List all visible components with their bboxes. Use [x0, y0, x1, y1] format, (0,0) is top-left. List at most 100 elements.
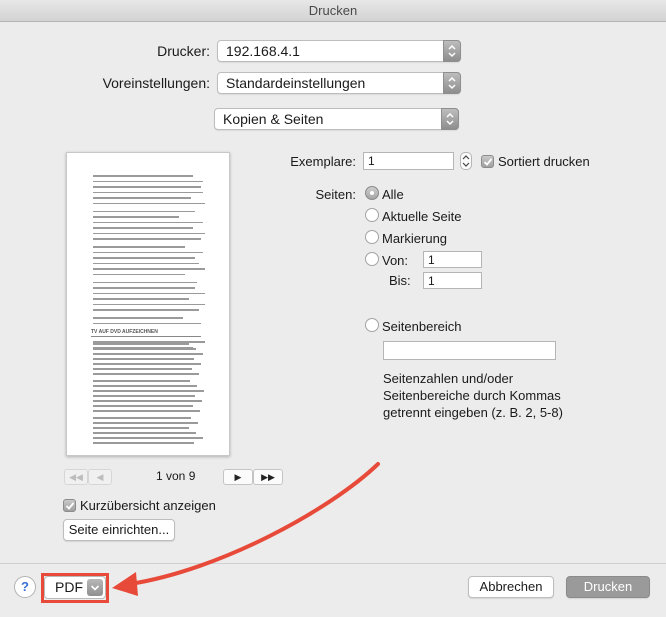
preview-text-line — [93, 390, 204, 392]
preview-text-line — [93, 210, 195, 212]
preview-text-line — [93, 363, 201, 365]
preview-text-line — [93, 262, 199, 264]
preview-heading: TV AUF DVD AUFZEICHNEN — [91, 329, 158, 335]
pages-to-label: Bis: — [389, 273, 411, 288]
preview-text-line — [93, 380, 190, 382]
preview-text-line — [93, 227, 193, 229]
preview-text-line — [93, 221, 203, 223]
copies-label: Exemplare: — [290, 154, 356, 169]
section-value: Kopien & Seiten — [223, 111, 324, 127]
preview-text-line — [93, 348, 196, 350]
pages-from-input[interactable]: 1 — [423, 251, 482, 268]
page-setup-button[interactable]: Seite einrichten... — [63, 519, 175, 541]
pages-from-radio[interactable] — [365, 252, 379, 266]
preview-text-line — [93, 246, 185, 248]
popup-arrows-icon — [443, 72, 461, 94]
presets-popup[interactable]: Standardeinstellungen — [217, 72, 461, 94]
preview-text-line — [93, 273, 185, 275]
hint-line: getrennt eingeben (z. B. 2, 5-8) — [383, 405, 563, 420]
help-button[interactable]: ? — [14, 576, 36, 598]
page-range-hint: Seitenzahlen und/oder Seitenbereiche dur… — [383, 370, 563, 421]
hint-line: Seitenzahlen und/oder — [383, 371, 514, 386]
preview-text-line — [93, 232, 205, 234]
page-range-radio[interactable] — [365, 318, 379, 332]
preview-text-line — [93, 186, 201, 188]
pages-all-label: Alle — [382, 187, 404, 202]
page-indicator: 1 von 9 — [156, 469, 196, 483]
preview-text-line — [93, 437, 203, 439]
preview-text-line — [93, 298, 189, 300]
preview-text-line — [93, 287, 195, 289]
preview-text-line — [93, 427, 189, 429]
preview-text-line — [93, 292, 205, 294]
preview-text-line — [93, 175, 193, 177]
popup-arrows-icon — [443, 40, 461, 62]
preview-text-line — [93, 309, 199, 311]
show-details-label: Kurzübersicht anzeigen — [80, 498, 216, 513]
preview-text-line — [93, 322, 201, 324]
section-popup[interactable]: Kopien & Seiten — [214, 108, 459, 130]
pages-to-input[interactable]: 1 — [423, 272, 482, 289]
next-page-button[interactable]: ▶ — [223, 469, 253, 485]
page-range-input[interactable] — [383, 341, 556, 360]
page-range-label: Seitenbereich — [382, 319, 462, 334]
preview-text-line — [93, 422, 198, 424]
print-button[interactable]: Drucken — [566, 576, 650, 598]
preview-text-line — [93, 216, 179, 218]
preview-text-line — [93, 373, 199, 375]
footer-separator — [0, 563, 666, 564]
cancel-button[interactable]: Abbrechen — [468, 576, 554, 598]
pages-selection-label: Markierung — [382, 231, 448, 246]
previous-page-button[interactable]: ◀ — [88, 469, 112, 485]
copies-stepper[interactable] — [460, 152, 472, 170]
pdf-label: PDF — [55, 579, 83, 595]
printer-label: Drucker: — [157, 43, 210, 59]
chevron-down-icon — [87, 579, 103, 596]
printer-popup[interactable]: 192.168.4.1 — [217, 40, 461, 62]
pages-label: Seiten: — [315, 187, 356, 202]
preview-text-line — [93, 405, 193, 407]
preview-text-line — [93, 303, 205, 305]
hint-line: Seitenbereiche durch Kommas — [383, 388, 561, 403]
preview-text-line — [93, 202, 205, 204]
preview-text-line — [93, 395, 195, 397]
popup-arrows-icon — [441, 108, 459, 130]
preview-text-line — [93, 257, 195, 259]
show-details-checkbox[interactable] — [63, 499, 76, 512]
first-page-button[interactable]: ◀◀ — [64, 469, 88, 485]
printer-value: 192.168.4.1 — [226, 43, 300, 59]
preview-text-line — [93, 432, 196, 434]
page-preview: TV AUF DVD AUFZEICHNEN — [66, 152, 230, 456]
preview-text-line — [93, 281, 197, 283]
preview-heading-rule — [91, 336, 201, 337]
preview-text-line — [93, 358, 194, 360]
last-page-button[interactable]: ▶▶ — [253, 469, 283, 485]
pages-from-label: Von: — [382, 253, 409, 268]
preview-text-line — [93, 343, 189, 345]
presets-value: Standardeinstellungen — [226, 75, 366, 91]
preview-text-line — [93, 238, 201, 240]
preview-text-line — [93, 400, 202, 402]
preview-text-line — [93, 251, 203, 253]
preview-text-line — [93, 353, 203, 355]
checkmark-icon — [65, 502, 75, 510]
pages-current-label: Aktuelle Seite — [382, 209, 462, 224]
pdf-menu-button[interactable]: PDF — [44, 576, 106, 599]
pages-selection-radio[interactable] — [365, 230, 379, 244]
preview-text-line — [93, 180, 203, 182]
collate-checkbox[interactable] — [481, 155, 494, 168]
pages-current-radio[interactable] — [365, 208, 379, 222]
preview-text-line — [93, 385, 197, 387]
presets-label: Voreinstellungen: — [102, 75, 210, 91]
window-title: Drucken — [0, 0, 666, 22]
preview-text-line — [93, 442, 194, 444]
preview-text-line — [93, 410, 200, 412]
checkmark-icon — [483, 158, 493, 166]
preview-text-line — [93, 317, 183, 319]
preview-text-line — [93, 417, 191, 419]
pages-all-radio[interactable] — [365, 186, 379, 200]
copies-input[interactable]: 1 — [363, 152, 454, 170]
preview-text-line — [93, 197, 191, 199]
preview-text-line — [93, 268, 205, 270]
collate-label: Sortiert drucken — [498, 154, 590, 169]
